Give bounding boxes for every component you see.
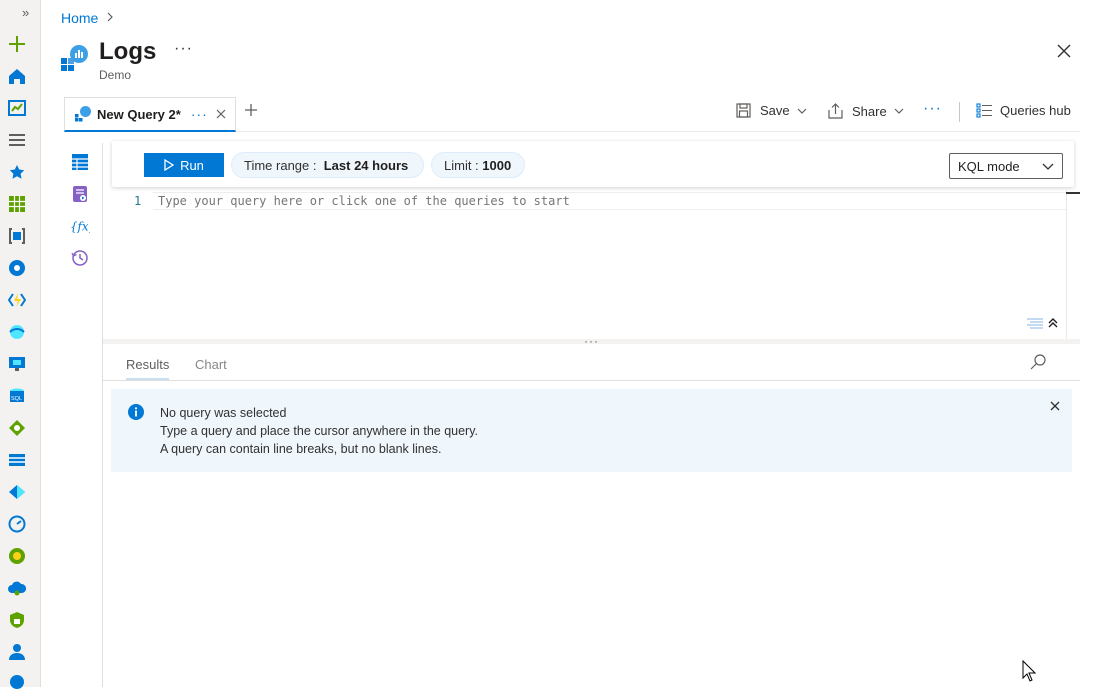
editor-placeholder: Type your query here or click one of the… <box>158 194 570 208</box>
chevron-down-icon <box>797 108 807 114</box>
save-label: Save <box>760 103 790 118</box>
tables-icon[interactable] <box>70 152 90 172</box>
tab-more-button[interactable]: ··· <box>191 106 208 122</box>
tab-label: New Query 2* <box>97 106 181 122</box>
resource-groups-icon[interactable] <box>8 227 26 245</box>
query-history-icon[interactable] <box>70 248 90 268</box>
more-commands-button[interactable]: ··· <box>923 100 942 118</box>
page-more-options-button[interactable]: ··· <box>174 40 193 58</box>
devops-icon[interactable] <box>8 483 26 501</box>
all-resources-icon[interactable] <box>8 195 26 213</box>
load-balancer-icon[interactable] <box>8 419 26 437</box>
limit-label: Limit : <box>444 157 479 173</box>
favorites-icon[interactable] <box>8 163 26 181</box>
info-icon <box>128 404 144 420</box>
format-query-icon[interactable] <box>1026 318 1044 330</box>
queries-hub-button[interactable]: Queries hub <box>976 103 1071 118</box>
close-icon[interactable] <box>1055 42 1073 60</box>
queries-icon[interactable] <box>70 184 90 204</box>
query-editor[interactable]: 1 Type your query here or click one of t… <box>103 190 1080 340</box>
command-divider <box>959 102 960 122</box>
virtual-machine-icon[interactable] <box>8 355 26 373</box>
editor-scroll-thumb[interactable] <box>1066 192 1080 194</box>
breadcrumb: Home <box>61 10 114 26</box>
left-nav-rail: » SQL <box>0 0 41 689</box>
chevron-down-icon <box>894 108 904 114</box>
share-label: Share <box>852 103 887 119</box>
run-button[interactable]: Run <box>144 153 224 177</box>
cosmos-db-icon[interactable] <box>8 259 26 277</box>
sql-database-icon[interactable]: SQL <box>8 387 26 405</box>
tab-new-query-2[interactable]: New Query 2* ··· <box>64 97 236 132</box>
info-banner: No query was selected Type a query and p… <box>111 389 1072 472</box>
tab-chart[interactable]: Chart <box>195 357 227 372</box>
kql-mode-dropdown[interactable]: KQL mode <box>949 153 1063 179</box>
banner-title: No query was selected <box>160 406 287 420</box>
query-side-panel: {fx} <box>64 145 102 687</box>
time-range-picker[interactable]: Time range : Last 24 hours <box>231 152 424 178</box>
limit-picker[interactable]: Limit : 1000 <box>431 152 525 178</box>
run-label: Run <box>180 157 204 173</box>
collapse-editor-icon[interactable] <box>1047 317 1059 329</box>
tab-close-icon[interactable] <box>216 109 226 119</box>
dashboard-icon[interactable] <box>8 99 26 117</box>
editor-scrollbar[interactable] <box>1066 190 1067 340</box>
results-tab-divider <box>103 380 1080 381</box>
home-icon[interactable] <box>8 67 26 85</box>
query-tab-icon <box>75 106 91 122</box>
line-number: 1 <box>134 194 142 208</box>
search-icon[interactable] <box>1030 354 1046 370</box>
function-app-icon[interactable] <box>8 291 26 309</box>
page-title: Logs <box>99 38 157 65</box>
svg-text:{fx}: {fx} <box>70 220 90 234</box>
share-button[interactable]: Share <box>828 103 904 119</box>
banner-message-line: Type a query and place the cursor anywhe… <box>160 424 479 438</box>
monitor-icon[interactable] <box>8 515 26 533</box>
dismiss-banner-icon[interactable] <box>1050 401 1060 411</box>
play-icon <box>164 159 175 171</box>
functions-icon[interactable]: {fx} <box>70 216 90 236</box>
time-range-value: Last 24 hours <box>323 157 409 173</box>
queries-hub-label: Queries hub <box>1000 103 1071 118</box>
chevron-down-icon <box>1042 163 1054 170</box>
mouse-cursor-icon <box>1022 660 1036 682</box>
save-button[interactable]: Save <box>736 103 807 118</box>
security-center-icon[interactable] <box>8 611 26 629</box>
add-tab-icon[interactable] <box>244 103 258 117</box>
cloud-icon[interactable] <box>8 579 26 597</box>
create-resource-icon[interactable] <box>8 35 26 53</box>
logs-app-icon <box>61 45 88 71</box>
all-services-icon[interactable] <box>8 131 26 149</box>
breadcrumb-home-link[interactable]: Home <box>61 10 98 26</box>
tab-bar-divider <box>236 131 1080 132</box>
time-range-label: Time range : <box>244 157 317 173</box>
expand-menu-icon[interactable]: » <box>22 5 29 20</box>
banner-message-line: A query can contain line breaks, but no … <box>160 442 442 456</box>
share-icon <box>828 103 843 119</box>
splitter-grip-icon[interactable]: ··· <box>584 334 599 348</box>
svg-text:SQL: SQL <box>11 396 22 402</box>
kql-mode-value: KQL mode <box>958 158 1020 174</box>
page-subtitle: Demo <box>99 68 132 82</box>
network-icon[interactable] <box>8 323 26 341</box>
chevron-right-icon <box>106 11 114 25</box>
save-icon <box>736 103 751 118</box>
limit-value: 1000 <box>482 157 512 173</box>
query-toolbar: Run Time range : Last 24 hours Limit : 1… <box>112 141 1074 187</box>
storage-account-icon[interactable] <box>8 451 26 469</box>
cost-management-icon[interactable] <box>8 547 26 565</box>
queries-hub-icon <box>976 103 992 118</box>
tab-results[interactable]: Results <box>126 357 170 380</box>
user-icon[interactable] <box>8 643 26 661</box>
more-services-icon[interactable] <box>8 673 26 691</box>
